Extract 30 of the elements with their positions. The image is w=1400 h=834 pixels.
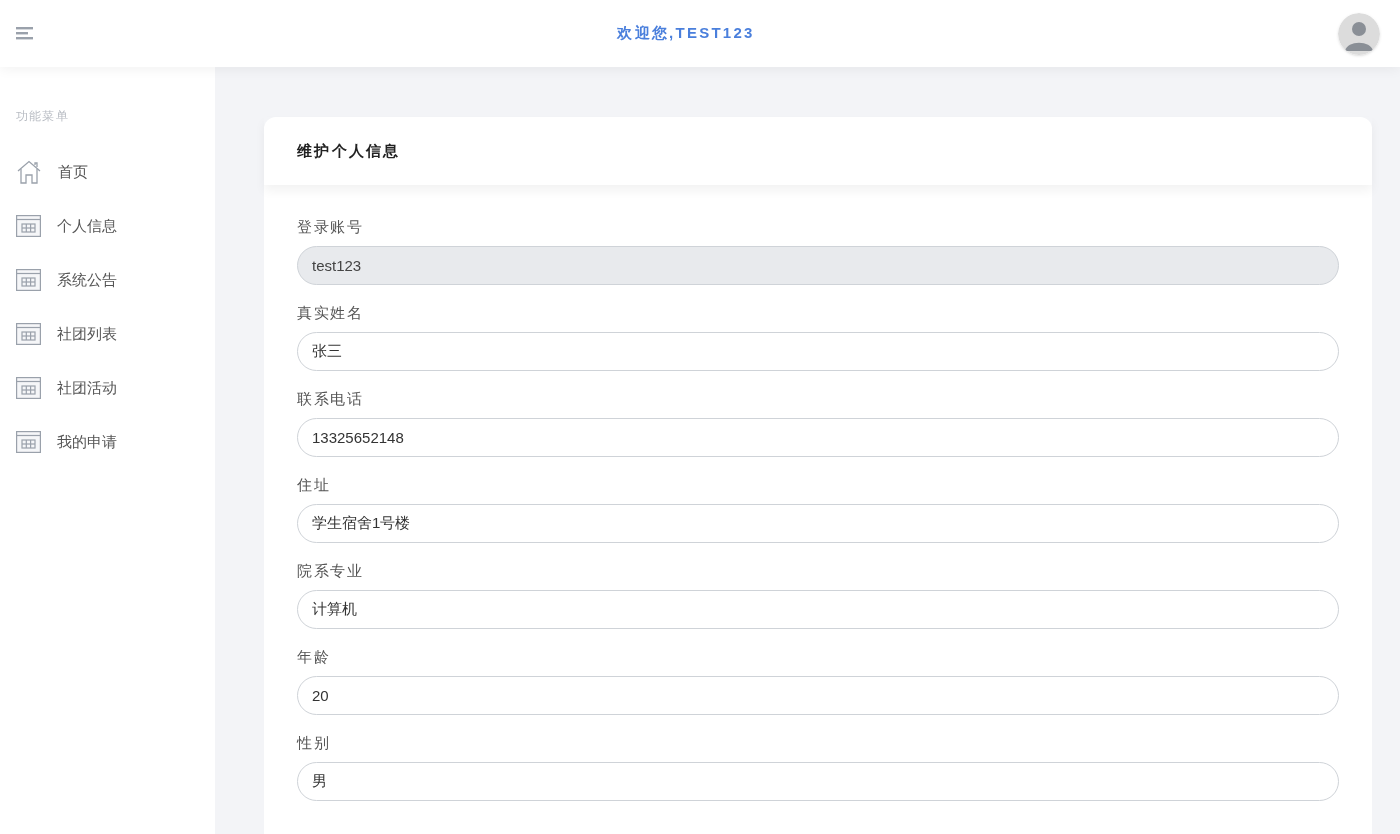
field-label: 联系电话 xyxy=(297,389,364,409)
field-label: 登录账号 xyxy=(297,217,364,237)
input-field[interactable]: 计算机 xyxy=(297,590,1339,629)
table-icon xyxy=(16,431,41,453)
field-label: 院系专业 xyxy=(297,561,364,581)
home-icon xyxy=(16,160,42,184)
field-label: 住址 xyxy=(297,475,331,495)
input-field[interactable]: 张三 xyxy=(297,332,1339,371)
avatar[interactable] xyxy=(1338,12,1380,55)
welcome-text: 欢迎您,TEST123 xyxy=(617,23,755,44)
input-field[interactable]: 学生宿舍1号楼 xyxy=(297,504,1339,543)
table-icon xyxy=(16,323,41,345)
menu-item[interactable]: 我的申请 xyxy=(0,415,215,469)
menu-item[interactable]: 首页 xyxy=(0,145,215,199)
menu-item[interactable]: 个人信息 xyxy=(0,199,215,253)
table-icon xyxy=(16,377,41,399)
input-field[interactable]: 20 xyxy=(297,676,1339,715)
table-icon xyxy=(16,269,41,291)
input-field[interactable]: 男 xyxy=(297,762,1339,801)
menu-item[interactable]: 系统公告 xyxy=(0,253,215,307)
input-field[interactable]: 13325652148 xyxy=(297,418,1339,457)
field-label: 性别 xyxy=(297,733,331,753)
field-label: 年龄 xyxy=(297,647,331,667)
menu-item[interactable]: 社团列表 xyxy=(0,307,215,361)
field-label: 真实姓名 xyxy=(297,303,364,323)
card-title: 维护个人信息 xyxy=(297,140,401,161)
menu-icon[interactable] xyxy=(16,25,34,42)
table-icon xyxy=(16,215,41,237)
sidebar-heading: 功能菜单 xyxy=(15,108,70,125)
menu-item[interactable]: 社团活动 xyxy=(0,361,215,415)
